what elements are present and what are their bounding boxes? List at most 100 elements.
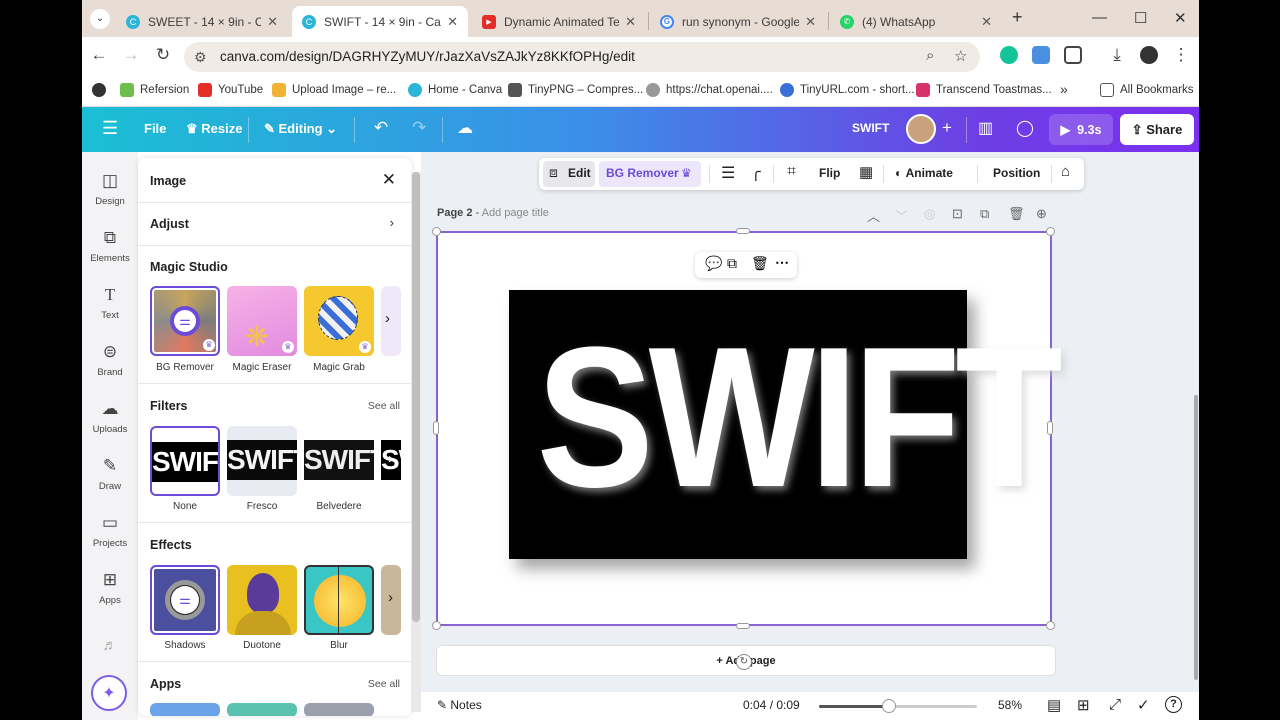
- bookmark-star-icon[interactable]: ☆: [954, 47, 967, 65]
- zoom-slider-knob[interactable]: [881, 699, 896, 713]
- animate-button[interactable]: ◐ Animate: [895, 166, 953, 180]
- canvas-scrollbar[interactable]: [1194, 395, 1198, 680]
- effects-next-icon[interactable]: ›: [388, 589, 393, 606]
- collaborator-avatar[interactable]: [906, 114, 936, 144]
- bookmark-tinypng[interactable]: TinyPNG – Compres...: [508, 83, 643, 97]
- magic-next-icon[interactable]: ›: [385, 310, 390, 327]
- tab-youtube[interactable]: ▶ Dynamic Animated Text ✕: [472, 6, 646, 37]
- zoom-level[interactable]: 58%: [998, 698, 1022, 712]
- menu-icon[interactable]: ⋮: [1170, 45, 1192, 65]
- effect-shadows-thumb[interactable]: ⚌: [150, 565, 220, 635]
- undo-icon[interactable]: ↶: [374, 118, 388, 138]
- grid-view-icon[interactable]: ⊞: [1077, 696, 1090, 714]
- flip-button[interactable]: Flip: [819, 166, 840, 180]
- duplicate-icon[interactable]: ⧉: [727, 255, 737, 272]
- rail-text[interactable]: T Text: [82, 284, 138, 321]
- resize-handle[interactable]: [736, 228, 750, 234]
- resize-handle[interactable]: [433, 421, 439, 435]
- close-panel-icon[interactable]: ✕: [382, 170, 396, 190]
- more-bookmarks-icon[interactable]: »: [1060, 81, 1068, 97]
- bookmark-refersion[interactable]: Refersion: [120, 83, 189, 97]
- effect-duotone-thumb[interactable]: [227, 565, 297, 635]
- delete-icon[interactable]: 🗑: [751, 255, 769, 272]
- resize-handle[interactable]: [1046, 227, 1055, 236]
- resize-handle[interactable]: [432, 621, 441, 630]
- more-options-icon[interactable]: ⋯: [775, 254, 789, 271]
- bookmark-openai[interactable]: https://chat.openai....: [646, 83, 773, 97]
- forward-icon[interactable]: →: [120, 45, 142, 65]
- page-down-icon[interactable]: ﹀: [895, 206, 908, 225]
- filter-fresco-thumb[interactable]: SWIFT: [227, 426, 297, 496]
- corner-rounding-icon[interactable]: ╭: [751, 162, 761, 182]
- extensions-icon[interactable]: [1064, 46, 1082, 64]
- border-style-icon[interactable]: ☰: [721, 163, 735, 183]
- tab-google[interactable]: G run synonym - Google S ✕: [650, 6, 826, 37]
- tab-sweet[interactable]: C SWEET - 14 × 9in - Canv ✕: [116, 6, 288, 37]
- transparency-icon[interactable]: ▦: [859, 163, 873, 181]
- music-icon[interactable]: ♬: [82, 637, 138, 654]
- editing-dropdown[interactable]: ✎ Editing ⌄: [264, 121, 337, 137]
- close-tab-icon[interactable]: ✕: [625, 14, 636, 30]
- redo-icon[interactable]: ↷: [412, 118, 426, 138]
- position-button[interactable]: Position: [993, 166, 1040, 180]
- add-page-icon[interactable]: ⊕: [1036, 206, 1047, 222]
- panel-scrollbar[interactable]: [411, 172, 421, 712]
- page-title-input[interactable]: Add page title: [482, 207, 549, 219]
- rail-brand[interactable]: ⊜ Brand: [82, 341, 138, 378]
- rail-projects[interactable]: ▭ Projects: [82, 512, 138, 549]
- tab-whatsapp[interactable]: ✆ (4) WhatsApp ✕: [830, 6, 1002, 37]
- play-button[interactable]: ▶ 9.3s: [1049, 114, 1113, 145]
- hide-page-icon[interactable]: ◎: [924, 206, 935, 222]
- swift-image[interactable]: SWIFT: [509, 290, 1063, 559]
- close-tab-icon[interactable]: ✕: [267, 14, 278, 30]
- reload-icon[interactable]: ↻: [152, 45, 174, 65]
- all-bookmarks[interactable]: All Bookmarks: [1100, 83, 1194, 97]
- lock-page-icon[interactable]: ⊡: [952, 206, 963, 222]
- address-bar[interactable]: ⚙ canva.com/design/DAGRHYZyMUY/rJazXaVsZ…: [184, 42, 980, 72]
- cloud-save-icon[interactable]: ☁: [457, 118, 473, 138]
- filters-next-icon[interactable]: ›: [388, 450, 393, 467]
- close-tab-icon[interactable]: ✕: [805, 14, 816, 30]
- minimize-icon[interactable]: —: [1092, 9, 1107, 26]
- close-window-icon[interactable]: ✕: [1174, 9, 1187, 27]
- share-button[interactable]: ⇪ Share: [1120, 114, 1194, 145]
- resize-handle[interactable]: [1046, 621, 1055, 630]
- close-tab-icon[interactable]: ✕: [447, 14, 458, 30]
- hamburger-icon[interactable]: ☰: [102, 118, 118, 139]
- notes-button[interactable]: ✎ Notes: [437, 698, 482, 712]
- resize-handle[interactable]: [736, 623, 750, 629]
- filter-belvedere-thumb[interactable]: SWIFT: [304, 426, 374, 496]
- comment-add-icon[interactable]: 💬: [705, 255, 722, 272]
- profile-avatar[interactable]: [1140, 46, 1158, 64]
- grammarly-icon[interactable]: [1000, 46, 1018, 64]
- rail-design[interactable]: ◫ Design: [82, 170, 138, 207]
- design-title[interactable]: SWIFT: [852, 121, 889, 135]
- bookmark-dark-icon[interactable]: [92, 83, 106, 97]
- resize-button[interactable]: ♛ Resize: [186, 121, 242, 137]
- rail-apps[interactable]: ⊞ Apps: [82, 569, 138, 606]
- delete-page-icon[interactable]: 🗑: [1008, 206, 1025, 222]
- app-thumb-2[interactable]: [227, 703, 297, 716]
- magic-grab-thumb[interactable]: ♛: [304, 286, 374, 356]
- site-info-icon[interactable]: ⚙: [194, 49, 207, 66]
- fullscreen-icon[interactable]: ⤢: [1109, 696, 1121, 713]
- help-icon[interactable]: ?: [1165, 696, 1182, 713]
- close-tab-icon[interactable]: ✕: [981, 14, 992, 30]
- adjust-row[interactable]: Adjust ›: [138, 203, 412, 245]
- edit-extension-icon[interactable]: [1032, 46, 1050, 64]
- bg-remover-thumb[interactable]: ⚌ ♛: [150, 286, 220, 356]
- apps-see-all[interactable]: See all: [368, 678, 400, 690]
- pages-view-icon[interactable]: ▤: [1047, 696, 1061, 714]
- zoom-icon[interactable]: ⌕: [926, 47, 934, 64]
- tab-swift[interactable]: C SWIFT - 14 × 9in - Canva ✕: [292, 6, 468, 37]
- bookmark-tinyurl[interactable]: TinyURL.com - short...: [780, 83, 915, 97]
- check-icon[interactable]: ✓: [1137, 696, 1150, 714]
- zoom-slider[interactable]: [819, 699, 977, 713]
- download-icon[interactable]: ⤓: [1106, 45, 1128, 65]
- bookmark-transcend[interactable]: Transcend Toastmas...: [916, 83, 1052, 97]
- app-thumb-1[interactable]: [150, 703, 220, 716]
- effect-blur-thumb[interactable]: [304, 565, 374, 635]
- new-tab-button[interactable]: +: [1012, 7, 1023, 28]
- filter-none-thumb[interactable]: SWIFT: [150, 426, 220, 496]
- magic-assistant-button[interactable]: ✦: [91, 675, 127, 711]
